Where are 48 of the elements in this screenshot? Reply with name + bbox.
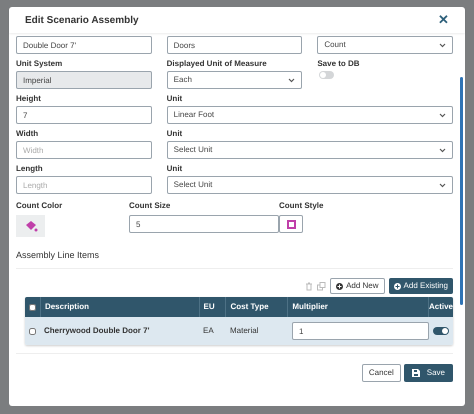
- select-field[interactable]: Each: [166, 71, 302, 89]
- dialog-title: Edit Scenario Assembly: [25, 14, 139, 28]
- chevron-down-icon: [439, 42, 446, 48]
- toggle-switch[interactable]: [319, 71, 334, 79]
- chevron-down-icon: [439, 148, 446, 152]
- select-field[interactable]: Count: [317, 36, 453, 54]
- field-label: Unit: [166, 164, 184, 174]
- table-cell-text: Cherrywood Double Door 7': [43, 325, 150, 337]
- row-checkbox[interactable]: [29, 328, 36, 334]
- save-button[interactable]: Save: [404, 364, 453, 382]
- field-label: Unit: [166, 94, 184, 104]
- plus-circle-icon: [336, 282, 344, 290]
- select-field[interactable]: Linear Foot: [166, 106, 453, 124]
- count-size-field[interactable]: 5: [129, 215, 279, 233]
- select-field[interactable]: Select Unit: [166, 176, 453, 194]
- field-label: Width: [16, 129, 40, 139]
- field-label: Count Color: [16, 200, 64, 212]
- table-cell-text: EA: [202, 325, 215, 337]
- add-existing-button[interactable]: Add Existing: [388, 278, 453, 294]
- field-label: Length: [16, 164, 44, 174]
- close-button[interactable]: ✕: [438, 10, 449, 30]
- plus-circle-icon: [394, 282, 401, 290]
- chevron-down-icon: [439, 112, 446, 118]
- field-label: Count Size: [129, 200, 172, 212]
- text-field[interactable]: Double Door 7': [16, 36, 152, 54]
- select-all-checkbox[interactable]: [28, 304, 36, 310]
- multiplier-field[interactable]: 1: [292, 322, 429, 340]
- color-picker-button[interactable]: [16, 215, 45, 237]
- field-label: Unit System: [16, 59, 64, 69]
- chevron-down-icon: [288, 78, 296, 82]
- field-label: Count Style: [279, 200, 324, 212]
- field-label: Height: [16, 94, 42, 104]
- field-label: Displayed Unit of Measure: [166, 59, 268, 69]
- text-field[interactable]: Length: [16, 176, 152, 194]
- table-cell-text: Material: [229, 325, 260, 337]
- text-field[interactable]: 7: [16, 106, 152, 124]
- count-style-button[interactable]: [279, 215, 303, 233]
- select-field[interactable]: Select Unit: [166, 141, 453, 159]
- field-label: Unit: [166, 129, 184, 139]
- square-icon: [286, 220, 296, 228]
- section-title: Assembly Line Items: [16, 249, 453, 269]
- toggle-switch[interactable]: [433, 327, 449, 335]
- cancel-button[interactable]: Cancel: [362, 364, 401, 382]
- add-new-button[interactable]: Add New: [330, 278, 385, 294]
- text-field[interactable]: Doors: [166, 36, 302, 54]
- chevron-down-icon: [439, 182, 446, 188]
- text-field[interactable]: Width: [16, 141, 152, 159]
- field-label: Save to DB: [317, 59, 361, 69]
